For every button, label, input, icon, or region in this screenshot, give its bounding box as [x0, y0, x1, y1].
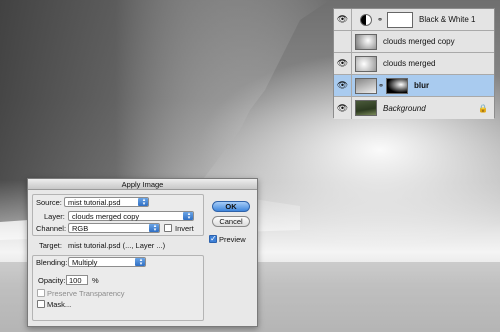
visibility-eye-icon[interactable]: 👁: [334, 8, 352, 31]
channel-select[interactable]: RGB: [68, 223, 160, 233]
channel-value: RGB: [72, 224, 89, 233]
lock-icon: 🔒: [478, 103, 488, 113]
ok-button[interactable]: OK: [212, 201, 250, 212]
adjustment-layer-icon: [360, 13, 372, 26]
layer-row-blur[interactable]: 👁 ⚭ blur: [334, 74, 494, 97]
opacity-label: Opacity:: [38, 276, 66, 285]
opacity-input[interactable]: 100: [66, 275, 88, 285]
layer-thumbnail: [355, 55, 377, 72]
source-value: mist tutorial.psd: [68, 198, 121, 207]
visibility-toggle-empty[interactable]: [334, 30, 352, 53]
layer-row-black-white[interactable]: 👁 ⚭ Black & White 1: [334, 8, 494, 31]
layer-name: Background: [383, 103, 426, 113]
preview-checkbox[interactable]: [209, 234, 217, 243]
layer-mask-thumbnail: [386, 77, 408, 94]
target-label: Target:: [39, 241, 62, 250]
blending-select[interactable]: Multiply: [68, 257, 146, 267]
link-chain-icon: ⚭: [377, 16, 383, 24]
blending-label: Blending:: [36, 258, 68, 267]
layers-panel: 👁 ⚭ Black & White 1 clouds merged copy 👁…: [333, 8, 495, 119]
layer-thumbnail: [355, 33, 377, 50]
layer-row-background[interactable]: 👁 Background 🔒: [334, 97, 494, 119]
blending-value: Multiply: [72, 258, 98, 267]
invert-checkbox[interactable]: [164, 224, 172, 232]
visibility-eye-icon[interactable]: 👁: [334, 52, 352, 75]
layer-row-clouds-merged[interactable]: 👁 clouds merged: [334, 52, 494, 75]
layer-select[interactable]: clouds merged copy: [68, 211, 194, 221]
layer-name: Black & White 1: [419, 15, 476, 24]
preview-label: Preview: [219, 235, 246, 244]
dropdown-arrow-icon: [138, 197, 148, 206]
layer-thumbnail: [355, 100, 377, 116]
target-value: mist tutorial.psd (..., Layer ...): [68, 241, 166, 250]
mask-label: Mask...: [47, 300, 72, 309]
layer-row-clouds-merged-copy[interactable]: clouds merged copy: [334, 30, 494, 53]
invert-label: Invert: [175, 224, 194, 233]
dropdown-arrow-icon: [183, 211, 193, 220]
layer-name: blur: [414, 81, 430, 90]
link-chain-icon: ⚭: [378, 82, 384, 90]
opacity-unit: %: [92, 276, 99, 285]
layer-name: clouds merged copy: [383, 37, 455, 46]
visibility-eye-icon[interactable]: 👁: [334, 74, 352, 97]
preserve-transparency-checkbox[interactable]: [37, 289, 45, 297]
layer-label: Layer:: [44, 212, 65, 221]
source-select[interactable]: mist tutorial.psd: [64, 197, 149, 207]
source-label: Source:: [36, 198, 62, 207]
dialog-title: Apply Image: [28, 179, 257, 190]
apply-image-dialog: Apply Image Source: mist tutorial.psd La…: [27, 178, 258, 327]
layer-value: clouds merged copy: [72, 212, 140, 221]
visibility-eye-icon[interactable]: 👁: [334, 97, 352, 119]
cancel-button[interactable]: Cancel: [212, 216, 250, 227]
channel-label: Channel:: [36, 224, 67, 233]
dropdown-arrow-icon: [135, 257, 145, 266]
layer-thumbnail: [355, 77, 377, 94]
preserve-transparency-label: Preserve Transparency: [47, 289, 125, 298]
dropdown-arrow-icon: [149, 223, 159, 232]
layer-name: clouds merged: [383, 59, 436, 68]
layer-mask-thumbnail: [387, 11, 413, 28]
mask-checkbox[interactable]: [37, 300, 45, 308]
